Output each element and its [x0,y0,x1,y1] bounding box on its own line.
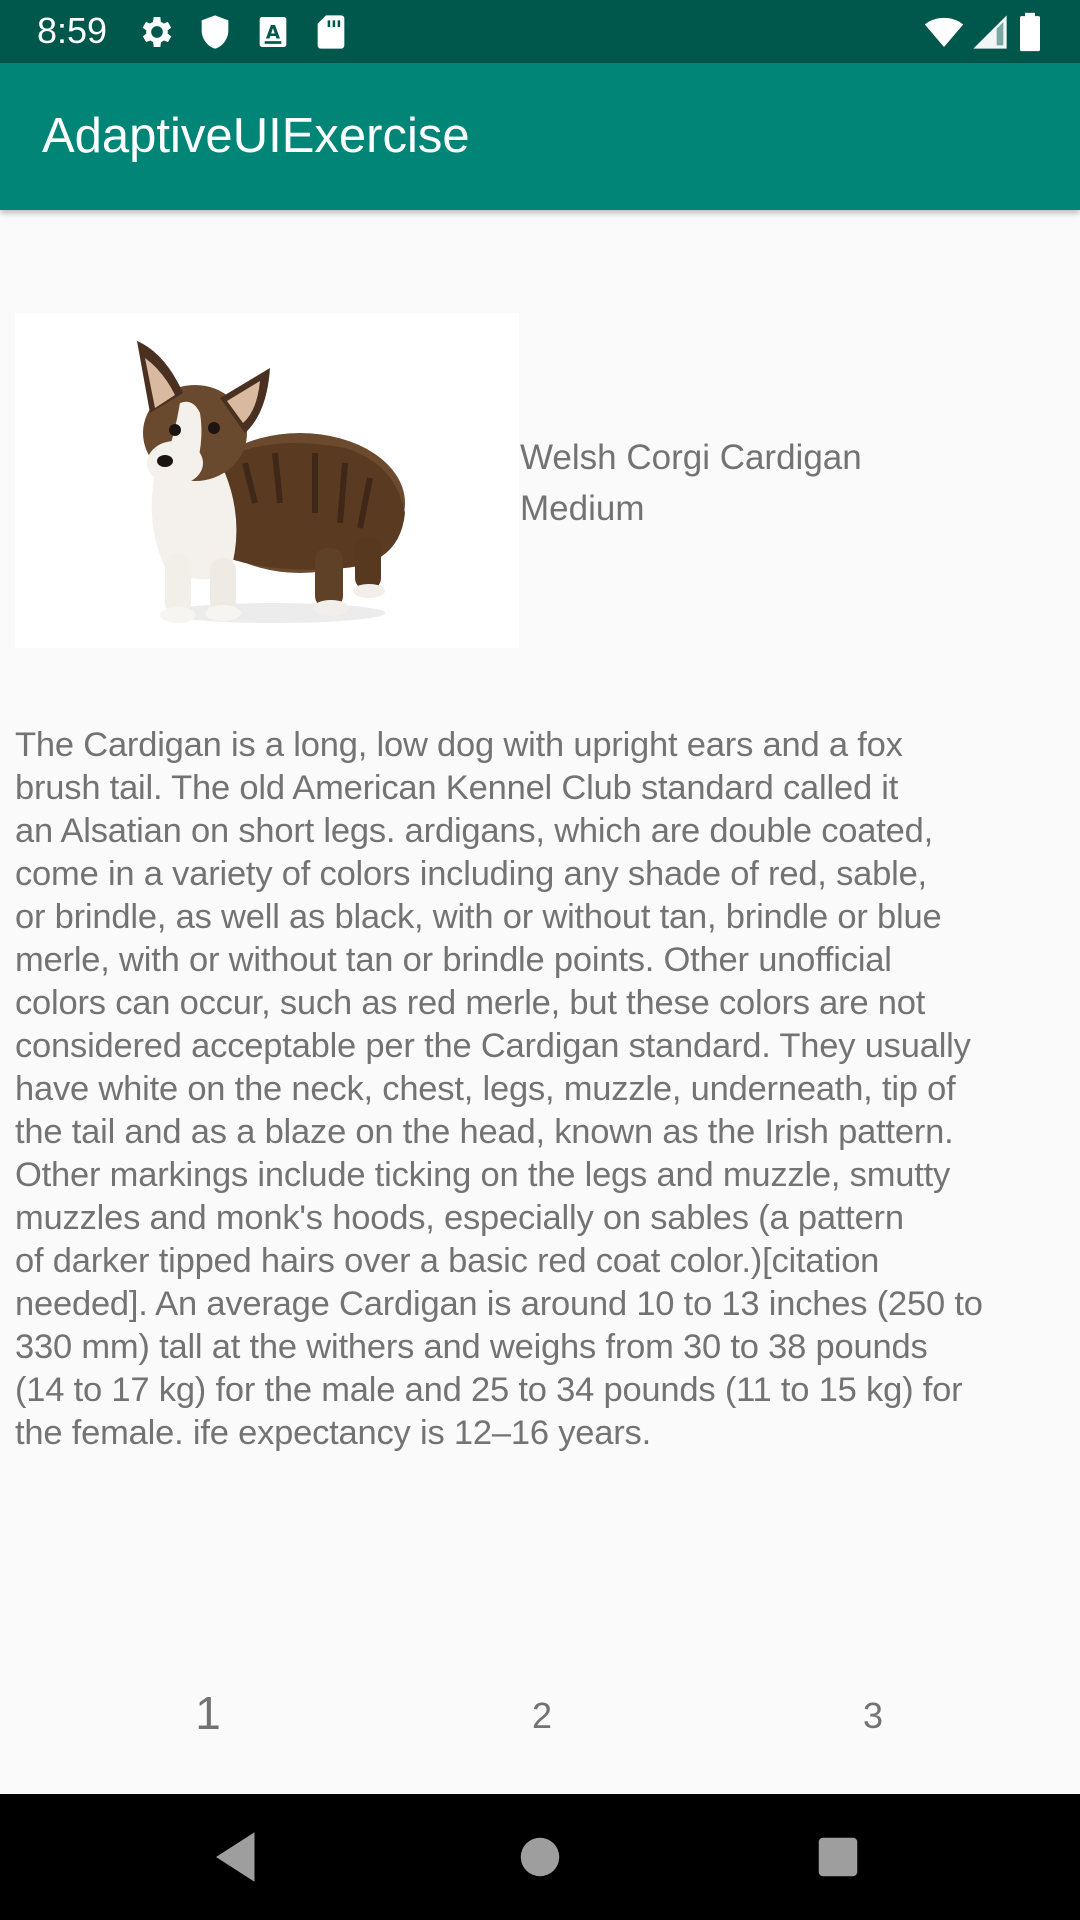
description-line: (14 to 17 kg) for the male and 25 to 34 … [15,1371,963,1409]
description-line: Other markings include ticking on the le… [15,1156,951,1194]
a-box-icon: A [253,12,293,52]
home-icon[interactable] [507,1824,573,1890]
app-title: AdaptiveUIExercise [42,109,470,163]
description-line: colors can occur, such as red merle, but… [15,984,926,1022]
dog-name: Welsh Corgi Cardigan [520,438,862,477]
svg-text:A: A [266,23,281,44]
dog-size: Medium [520,489,645,528]
description-line: brush tail. The old American Kennel Club… [15,769,899,807]
dog-description: The Cardigan is a long, low dog with upr… [15,724,1065,1455]
description-line: an Alsatian on short legs. ardigans, whi… [15,812,933,850]
description-line: the tail and as a blaze on the head, kno… [15,1113,954,1151]
screen: 8:59 A AdaptiveUIExercise Welsh Corgi Ca… [0,0,1080,1920]
shield-icon [195,12,235,52]
description-line: 330 mm) tall at the withers and weighs f… [15,1328,928,1366]
description-line: the female. ife expectancy is 12–16 year… [15,1414,651,1452]
page-button-label: 3 [862,1695,884,1736]
page-button-label: 1 [195,1687,221,1739]
description-line: The Cardigan is a long, low dog with upr… [15,726,903,764]
corgi-illustration [137,341,405,623]
back-icon[interactable] [205,1824,271,1890]
status-time: 8:59 [37,10,108,51]
description-line: muzzles and monk's hoods, especially on … [15,1199,904,1237]
signal-icon [970,12,1010,52]
gear-icon [137,12,177,52]
description-line: merle, with or without tan or brindle po… [15,941,892,979]
page-button-1[interactable]: 1 [148,1668,268,1758]
app-bar: AdaptiveUIExercise [0,63,1080,210]
dog-info: Welsh Corgi Cardigan Medium [520,432,1060,534]
page-button-3[interactable]: 3 [813,1668,933,1758]
page-button-label: 2 [531,1695,553,1736]
navigation-bar [0,1794,1080,1920]
description-line: have white on the neck, chest, legs, muz… [15,1070,956,1108]
description-line: needed]. An average Cardigan is around 1… [15,1285,983,1323]
page-button-2[interactable]: 2 [482,1668,602,1758]
corgi-image [15,313,519,648]
battery-icon [1018,12,1048,52]
description-line: of darker tipped hairs over a basic red … [15,1242,880,1280]
description-line: come in a variety of colors including an… [15,855,927,893]
status-bar: 8:59 A [0,0,1080,63]
recents-icon[interactable] [805,1824,871,1890]
sd-card-icon [311,12,351,52]
description-line: considered acceptable per the Cardigan s… [15,1027,971,1065]
wifi-icon [922,12,966,52]
description-line: or brindle, as well as black, with or wi… [15,898,942,936]
